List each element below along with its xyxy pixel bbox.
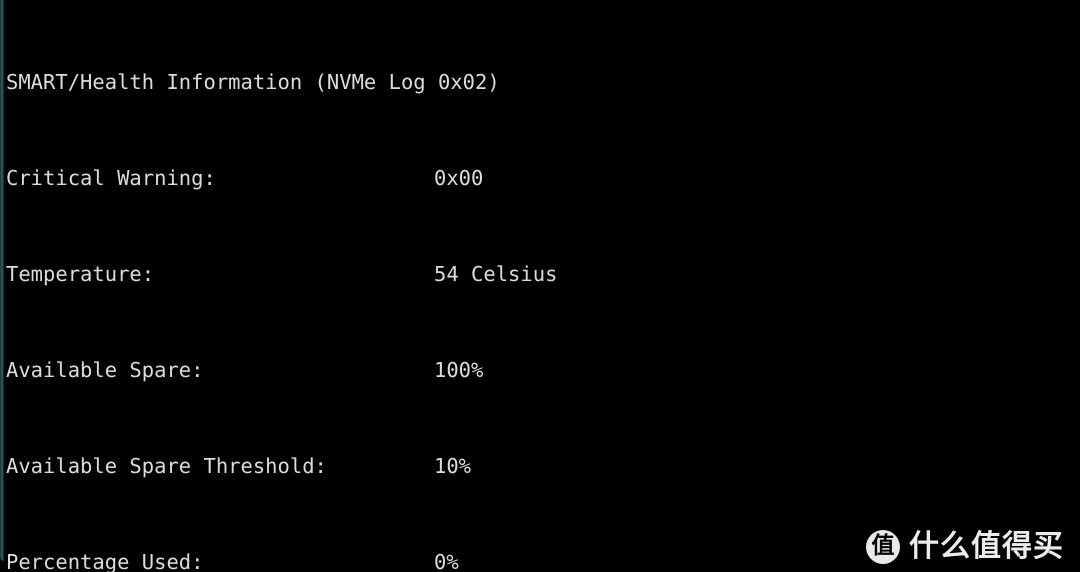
field-label: Percentage Used: bbox=[6, 550, 204, 572]
window-edge-seam bbox=[4, 0, 6, 561]
field-label: Critical Warning: bbox=[6, 166, 216, 190]
field-value: 10% bbox=[434, 454, 472, 478]
terminal-window: SMART/Health Information (NVMe Log 0x02)… bbox=[0, 0, 1080, 572]
field-value: 0% bbox=[434, 550, 459, 572]
field-row: Available Spare: 100% bbox=[6, 358, 1080, 382]
smzdm-watermark-text: 什么值得买 bbox=[909, 529, 1064, 564]
console-output: SMART/Health Information (NVMe Log 0x02)… bbox=[6, 0, 1080, 572]
field-value: 54 Celsius bbox=[434, 262, 558, 286]
field-label: Temperature: bbox=[6, 262, 155, 286]
smzdm-badge-icon: 值 bbox=[866, 530, 900, 564]
field-row: Temperature: 54 Celsius bbox=[6, 262, 1080, 286]
field-label: Available Spare Threshold: bbox=[6, 454, 327, 478]
field-value: 100% bbox=[434, 358, 484, 382]
field-row: Available Spare Threshold: 10% bbox=[6, 454, 1080, 478]
field-value: 0x00 bbox=[434, 166, 484, 190]
field-label: Available Spare: bbox=[6, 358, 204, 382]
field-row: Critical Warning: 0x00 bbox=[6, 166, 1080, 190]
smart-section-title: SMART/Health Information (NVMe Log 0x02) bbox=[6, 70, 500, 94]
smzdm-watermark: 值 什么值得买 bbox=[866, 530, 1064, 564]
